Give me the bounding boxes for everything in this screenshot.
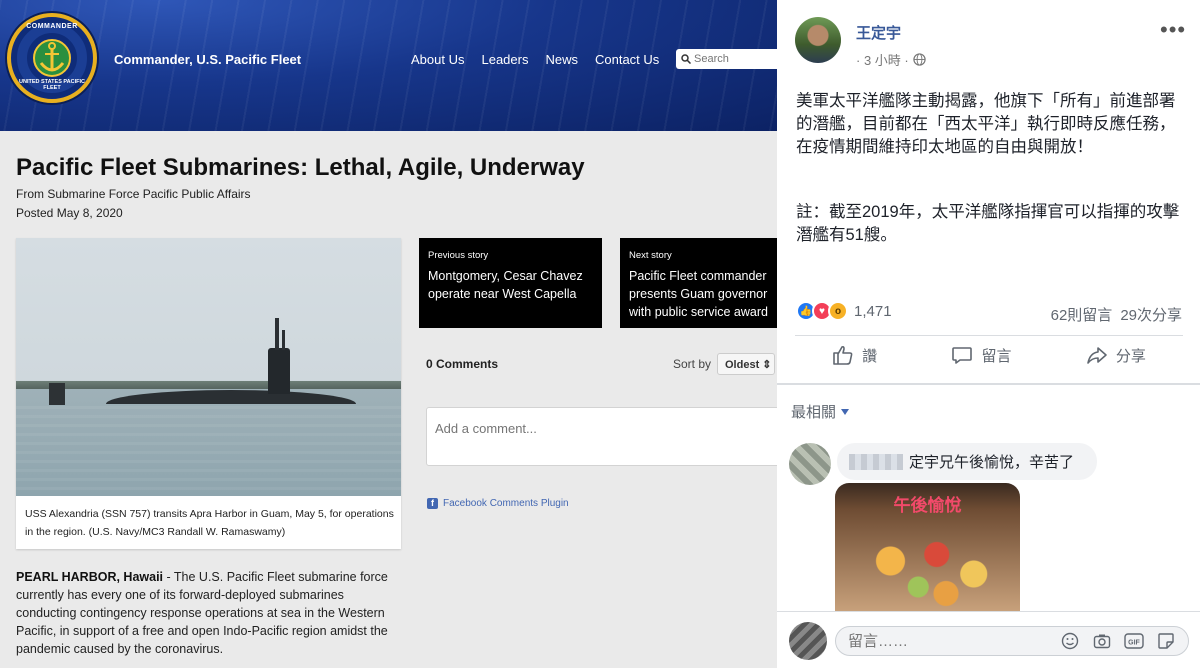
comment-bubble-icon <box>952 347 973 364</box>
emblem-top-text: COMMANDER <box>26 23 78 30</box>
wow-reaction-icon: o <box>828 301 848 321</box>
previous-story-title: Montgomery, Cesar Chavez operate near We… <box>428 269 583 301</box>
site-header: COMMANDER UNITED STATES PACIFIC FLEET Co… <box>0 0 777 131</box>
like-label: 讚 <box>862 347 878 365</box>
commenter-avatar[interactable] <box>789 443 831 485</box>
composer-box: GIF <box>835 626 1189 656</box>
emblem-bottom-text: UNITED STATES PACIFIC FLEET <box>19 79 85 91</box>
reactions-summary[interactable]: 👍 ♥ o 1,471 <box>796 301 892 321</box>
comment-input[interactable] <box>848 632 1038 650</box>
post-time[interactable]: · 3 小時 · <box>856 50 909 69</box>
anchor-icon <box>39 42 65 72</box>
post-actions: 讚 留言 分享 <box>795 344 1183 366</box>
share-label: 分享 <box>1115 347 1146 365</box>
comments-count-link[interactable]: 62則留言 <box>1051 304 1113 325</box>
engagement-counts: 62則留言 29次分享 <box>1051 304 1182 325</box>
svg-text:GIF: GIF <box>1128 640 1140 647</box>
photo-caption: USS Alexandria (SSN 757) transits Apra H… <box>25 508 394 538</box>
comment-label: 留言 <box>981 347 1012 365</box>
comment-sort-label: 最相關 <box>791 404 837 421</box>
sort-label: Sort by <box>673 357 712 371</box>
site-search <box>676 49 777 69</box>
comment-box <box>426 407 777 466</box>
site-name[interactable]: Commander, U.S. Pacific Fleet <box>114 52 301 67</box>
comment-button[interactable]: 留言 <box>951 344 1012 366</box>
reaction-count: 1,471 <box>854 302 892 320</box>
sort-value: Oldest <box>725 359 760 371</box>
gif-icon[interactable]: GIF <box>1124 631 1144 651</box>
article-title: Pacific Fleet Submarines: Lethal, Agile,… <box>16 154 585 181</box>
share-button[interactable]: 分享 <box>1086 344 1146 366</box>
sort-arrows-icon: ⇕ <box>762 359 772 371</box>
add-comment-field[interactable] <box>435 421 775 451</box>
article-body: PEARL HARBOR, Hawaii - The U.S. Pacific … <box>16 568 401 658</box>
comments-count: 0 Comments <box>426 357 499 371</box>
comment-sort-dropdown[interactable]: 最相關 <box>791 401 850 422</box>
camera-icon[interactable] <box>1092 631 1112 651</box>
divider <box>777 383 1200 385</box>
like-button[interactable]: 讚 <box>832 344 877 366</box>
current-user-avatar <box>789 622 827 660</box>
fleet-emblem-logo[interactable]: COMMANDER UNITED STATES PACIFIC FLEET <box>7 13 97 103</box>
comment-image-caption: 午後愉悅 <box>893 496 962 515</box>
globe-icon <box>913 53 926 66</box>
facebook-icon: f <box>427 498 438 509</box>
caret-down-icon <box>841 408 850 415</box>
next-story-card[interactable]: Next story Pacific Fleet commander prese… <box>620 238 777 328</box>
post-meta: · 3 小時 · <box>856 50 926 69</box>
next-story-title: Pacific Fleet commander presents Guam go… <box>629 269 768 319</box>
next-story-label: Next story <box>629 250 672 261</box>
comment-bubble: 定宇兄午後愉悅，辛苦了 <box>837 443 1097 480</box>
post-note: 註：截至2019年，太平洋艦隊指揮官可以指揮的攻擊潛艦有51艘。 <box>796 203 1180 244</box>
more-options-icon[interactable]: ••• <box>1160 17 1186 43</box>
search-input[interactable] <box>694 53 777 65</box>
article-dateline: PEARL HARBOR, Hawaii <box>16 570 164 584</box>
emoji-icon[interactable] <box>1060 631 1080 651</box>
share-arrow-icon <box>1087 347 1107 364</box>
main-nav: About Us Leaders News Contact Us <box>411 52 659 67</box>
comment-text: 定宇兄午後愉悅，辛苦了 <box>909 454 1075 471</box>
poster-avatar[interactable] <box>795 17 841 63</box>
photo-card: USS Alexandria (SSN 757) transits Apra H… <box>16 238 401 549</box>
divider <box>795 335 1183 336</box>
previous-story-card[interactable]: Previous story Montgomery, Cesar Chavez … <box>419 238 602 328</box>
shares-count-link[interactable]: 29次分享 <box>1120 304 1182 325</box>
article-byline: From Submarine Force Pacific Public Affa… <box>16 187 251 201</box>
nav-contact-us[interactable]: Contact Us <box>595 52 659 67</box>
commenter-name-blurred[interactable] <box>849 453 903 470</box>
submarine-photo[interactable] <box>16 238 401 496</box>
article-posted-date: Posted May 8, 2020 <box>16 206 123 220</box>
poster-name[interactable]: 王定宇 <box>856 22 901 43</box>
sort-select[interactable]: Oldest ⇕ <box>717 353 775 375</box>
post-text: 美軍太平洋艦隊主動揭露，他旗下「所有」前進部署的潛艦，目前都在「西太平洋」執行即… <box>796 92 1176 156</box>
thumbs-up-icon <box>833 345 853 365</box>
search-icon <box>681 54 691 64</box>
plugin-label: Facebook Comments Plugin <box>443 498 569 509</box>
comment-composer: GIF <box>777 611 1200 668</box>
facebook-post: 王定宇 · 3 小時 · ••• 美軍太平洋艦隊主動揭露，他旗下「所有」前進部署… <box>777 0 1200 668</box>
pacific-fleet-website: COMMANDER UNITED STATES PACIFIC FLEET Co… <box>0 0 777 668</box>
nav-news[interactable]: News <box>545 52 578 67</box>
nav-about-us[interactable]: About Us <box>411 52 464 67</box>
facebook-comments-plugin-link[interactable]: f Facebook Comments Plugin <box>427 498 569 509</box>
sticker-icon[interactable] <box>1156 631 1176 651</box>
nav-leaders[interactable]: Leaders <box>481 52 528 67</box>
comment-image[interactable]: 午後愉悅 <box>835 483 1020 613</box>
previous-story-label: Previous story <box>428 250 489 261</box>
